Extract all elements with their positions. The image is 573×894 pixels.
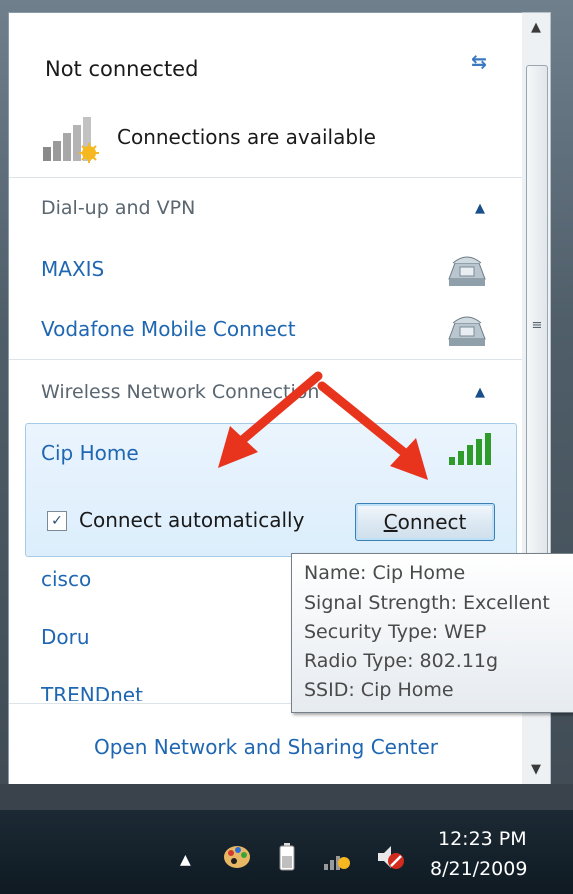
refresh-icon[interactable]: ⇆ <box>471 51 487 73</box>
network-item-maxis[interactable]: MAXIS <box>41 257 104 281</box>
network-item-vodafone[interactable]: Vodafone Mobile Connect <box>41 317 296 341</box>
network-icon[interactable] <box>322 846 354 872</box>
open-network-center-link[interactable]: Open Network and Sharing Center <box>9 735 523 759</box>
section-label-wireless: Wireless Network Connection <box>41 381 320 403</box>
auto-connect-label: Connect automatically <box>79 508 305 532</box>
scroll-down-icon[interactable]: ▼ <box>522 755 550 785</box>
collapse-chevron-icon[interactable]: ▲ <box>475 385 485 400</box>
divider <box>9 359 523 360</box>
network-item-cip-home[interactable]: Cip Home <box>41 441 139 465</box>
collapse-chevron-icon[interactable]: ▲ <box>475 201 485 216</box>
taskbar-time[interactable]: 12:23 PM <box>438 828 527 850</box>
network-item-doru[interactable]: Doru <box>41 625 90 649</box>
network-tooltip: Name: Cip Home Signal Strength: Excellen… <box>291 553 573 713</box>
connection-status: Not connected <box>45 57 199 81</box>
signal-bars-icon <box>449 433 491 465</box>
connect-button[interactable]: Connect <box>355 503 495 541</box>
phone-icon <box>448 256 486 286</box>
battery-icon[interactable] <box>278 842 296 872</box>
volume-muted-icon[interactable] <box>374 842 406 872</box>
show-hidden-icons-icon[interactable]: ▲ <box>180 852 191 868</box>
signal-bars-icon <box>43 117 99 163</box>
scrollbar-thumb[interactable]: ≡ <box>526 65 548 587</box>
divider <box>9 177 523 178</box>
scroll-up-icon[interactable]: ▲ <box>522 13 550 43</box>
tooltip-radio: Radio Type: 802.11g <box>304 650 499 672</box>
section-label-dialup: Dial-up and VPN <box>41 197 196 219</box>
tooltip-ssid: SSID: Cip Home <box>304 679 454 701</box>
availability-text: Connections are available <box>117 125 376 149</box>
taskbar-date[interactable]: 8/21/2009 <box>430 858 527 880</box>
network-item-cisco[interactable]: cisco <box>41 567 91 591</box>
network-item-trendnet[interactable]: TRENDnet <box>41 683 143 701</box>
tooltip-signal: Signal Strength: Excellent <box>304 592 550 614</box>
auto-connect-checkbox[interactable]: ✓ <box>47 511 67 531</box>
palette-icon[interactable] <box>222 842 252 872</box>
grip-icon: ≡ <box>531 318 543 333</box>
desktop-strip <box>0 784 573 810</box>
tooltip-name: Name: Cip Home <box>304 562 466 584</box>
phone-icon <box>448 316 486 346</box>
tooltip-security: Security Type: WEP <box>304 621 487 643</box>
